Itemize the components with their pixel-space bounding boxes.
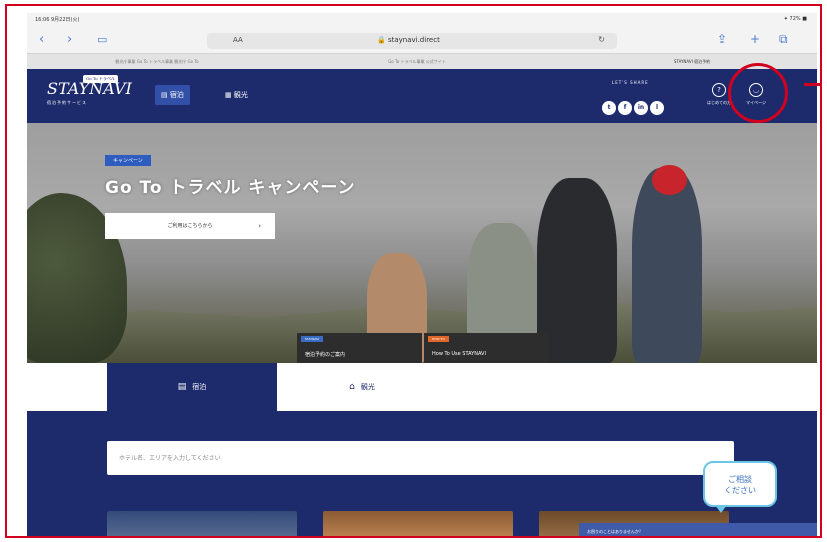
back-icon[interactable]: ‹ [39, 32, 44, 47]
reload-icon[interactable]: ↻ [598, 35, 605, 44]
hero-person [632, 168, 702, 363]
tabs-overview-icon[interactable]: ⧉ [779, 32, 788, 47]
browser-tab[interactable]: Go To トラベル事業 公式サイト [307, 57, 527, 67]
chat-line-1: ご相談 [728, 475, 752, 484]
chat-bubble-button[interactable]: ご相談 ください [703, 461, 777, 507]
facebook-icon[interactable]: f [618, 101, 632, 115]
building-icon: ⌂ [349, 382, 355, 392]
logo-subtitle: 宿泊予約サービス [47, 100, 87, 105]
reader-aa-button[interactable]: AA [233, 36, 243, 44]
bookmarks-icon[interactable]: ▭ [97, 33, 107, 46]
hero-cta-button[interactable]: ご利用はこちらから › [105, 213, 275, 239]
twitter-icon[interactable]: t [602, 101, 616, 115]
social-icons: t f in l [602, 94, 666, 115]
battery-indicator: ✦ 72% ■ [783, 16, 807, 22]
nav-sight-label: 観光 [233, 91, 248, 99]
hotel-icon: ▤ [161, 91, 170, 99]
linkedin-icon[interactable]: in [634, 101, 648, 115]
thumbnail-caption: 宿泊予約のご案内 [305, 352, 346, 358]
hero-thumbnail[interactable]: HOW TO How To Use STAYNAVI [424, 333, 549, 363]
forward-icon[interactable]: › [67, 32, 72, 47]
hotel-card[interactable] [107, 511, 297, 536]
hero-banner: キャンペーン Go To トラベル キャンペーン ご利用はこちらから › STA… [27, 123, 817, 363]
nav-stay-label: 宿泊 [169, 91, 184, 99]
booking-tabs: ▤ 宿泊 ⌂ 観光 [27, 363, 817, 411]
chat-bar[interactable]: お困りのことはありませんか？ [579, 523, 817, 536]
nav-sightseeing-button[interactable]: ▦ 観光 [219, 85, 254, 105]
logo-badge: Go To トラベル [83, 75, 118, 83]
line-icon[interactable]: l [650, 101, 664, 115]
thumbnail-label: STAYNAVI [301, 336, 324, 342]
search-panel: ホテル名、エリアを入力してください [27, 411, 817, 536]
share-icon[interactable]: ⇪ [717, 32, 727, 46]
tab-sightseeing[interactable]: ⌂ 観光 [277, 363, 447, 411]
ticket-icon: ▦ [225, 91, 234, 99]
tab-sight-label: 観光 [360, 383, 375, 391]
chat-line-2: ください [724, 486, 756, 495]
status-bar: 16:06 9月22日(火) ✦ 72% ■ [27, 13, 817, 25]
annotation-circle [728, 63, 788, 123]
question-icon: ? [712, 83, 726, 97]
tab-stay-label: 宿泊 [192, 383, 207, 391]
annotation-marker [804, 83, 822, 86]
annotation-frame: 16:06 9月22日(火) ✦ 72% ■ ‹ › ▭ AA 🔒 stayna… [5, 4, 822, 538]
hero-thumbnail[interactable]: STAYNAVI 宿泊予約のご案内 [297, 333, 422, 363]
hero-person [537, 178, 617, 363]
browser-tab[interactable]: 観光庁事業 Go To トラベル事業 観光庁 Go To [47, 57, 267, 67]
thumbnail-caption: How To Use STAYNAVI [432, 351, 486, 357]
staynavi-logo[interactable]: Go To トラベル STAYNAVI 宿泊予約サービス [47, 75, 132, 106]
search-input[interactable]: ホテル名、エリアを入力してください [107, 441, 734, 475]
site-header: Go To トラベル STAYNAVI 宿泊予約サービス ▤ 宿泊 ▦ 観光 L… [27, 69, 817, 123]
tab-stay[interactable]: ▤ 宿泊 [107, 363, 277, 411]
search-placeholder: ホテル名、エリアを入力してください [119, 455, 221, 462]
guide-label: はじめての方 [707, 100, 731, 105]
chat-bubble-tail [715, 505, 727, 513]
browser-toolbar: ‹ › ▭ AA 🔒 staynavi.direct ↻ ⇪ + ⧉ [27, 25, 817, 53]
hotel-card[interactable] [323, 511, 513, 536]
hero-title: Go To トラベル キャンペーン [105, 178, 356, 198]
url-text[interactable]: 🔒 staynavi.direct [377, 36, 440, 44]
chevron-right-icon: › [258, 222, 261, 230]
browser-tabs: 観光庁事業 Go To トラベル事業 観光庁 Go To Go To トラベル事… [27, 53, 817, 69]
thumbnail-label: HOW TO [428, 336, 449, 342]
new-tab-icon[interactable]: + [750, 32, 760, 46]
share-label: LET'S SHARE [612, 80, 649, 85]
hero-red-hat [652, 165, 687, 195]
nav-stay-button[interactable]: ▤ 宿泊 [155, 85, 190, 105]
tablet-screen: 16:06 9月22日(火) ✦ 72% ■ ‹ › ▭ AA 🔒 stayna… [27, 13, 817, 536]
campaign-tag: キャンペーン [105, 155, 151, 166]
status-time: 16:06 9月22日(火) [35, 17, 80, 23]
hotel-icon: ▤ [177, 382, 187, 392]
address-bar[interactable]: AA 🔒 staynavi.direct ↻ [207, 33, 617, 49]
hero-cta-label: ご利用はこちらから [167, 223, 213, 229]
